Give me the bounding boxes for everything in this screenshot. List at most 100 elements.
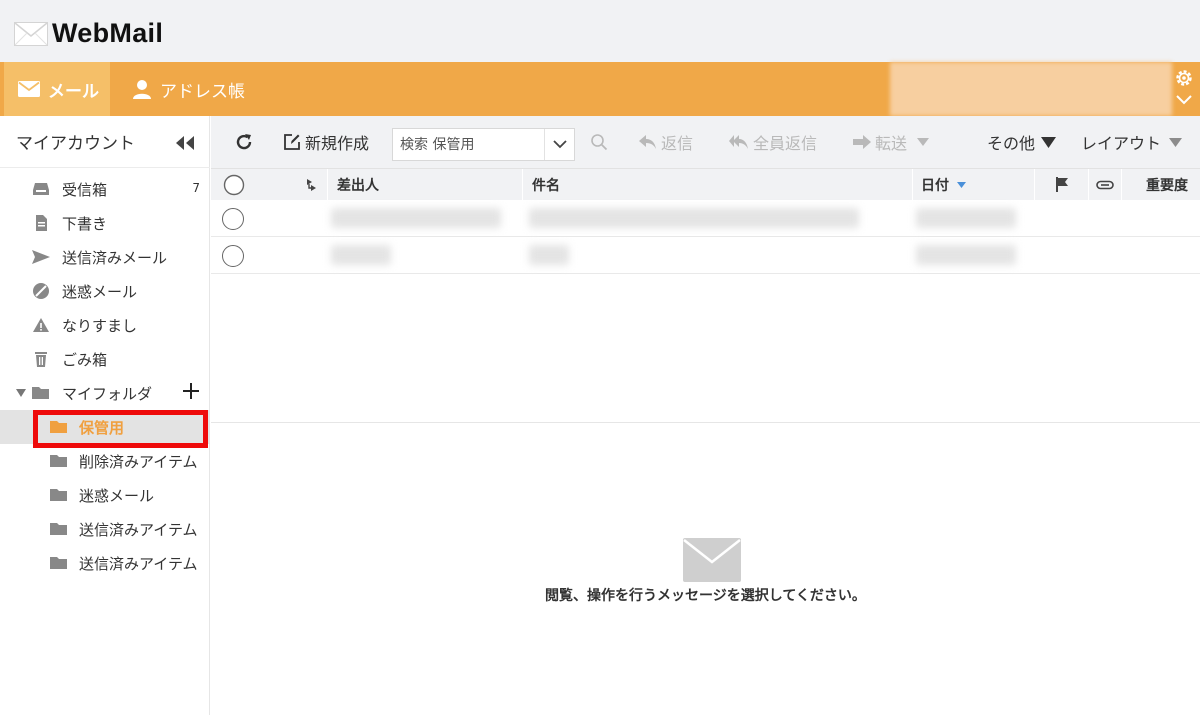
row-select-radio[interactable] [222, 245, 244, 267]
column-subject[interactable]: 件名 [532, 169, 560, 200]
refresh-icon [236, 134, 252, 150]
reply-label: 返信 [661, 134, 694, 153]
highlight-annotation [33, 410, 208, 448]
sidebar-item-label: 受信箱 [62, 181, 108, 199]
column-date-label: 日付 [921, 177, 949, 194]
column-from[interactable]: 差出人 [337, 169, 379, 200]
sidebar-item-my-folders[interactable]: マイフォルダ [0, 376, 210, 410]
table-row[interactable] [211, 200, 1200, 237]
search-options-dropdown[interactable] [544, 129, 574, 160]
reply-button[interactable]: 返信 [639, 116, 693, 168]
column-importance[interactable]: 重要度 [1146, 169, 1188, 200]
column-date[interactable]: 日付 [921, 169, 966, 200]
toolbar: 新規作成 返信 全員返信 転送 [211, 116, 1200, 168]
forward-icon [853, 135, 871, 149]
folder-icon [50, 455, 67, 467]
blurred-date [916, 245, 1016, 265]
search-icon [591, 134, 608, 151]
tab-mail-label: メール [48, 81, 99, 102]
top-nav-bar: メール アドレス帳 [0, 62, 1200, 116]
thread-column[interactable] [305, 169, 319, 200]
envelope-icon [18, 81, 40, 97]
blurred-sender [331, 245, 391, 265]
trash-icon [35, 352, 47, 367]
sidebar-item-label: 送信済みメール [62, 249, 168, 267]
add-folder-icon[interactable] [182, 382, 200, 400]
compose-icon [284, 134, 300, 150]
folder-open-icon [32, 387, 49, 399]
blurred-sender [331, 208, 501, 228]
sidebar-item-label: ごみ箱 [62, 351, 108, 369]
refresh-button[interactable] [235, 116, 253, 168]
more-menu-button[interactable]: その他 [987, 116, 1057, 168]
radio-icon [223, 174, 245, 195]
sidebar-item-spoofing[interactable]: なりすまし [0, 308, 210, 342]
reply-all-button[interactable]: 全員返信 [729, 116, 817, 168]
unread-count: 7 [192, 181, 200, 195]
folder-icon [50, 557, 67, 569]
sidebar-subfolder-label: 削除済みアイテム [79, 453, 198, 471]
tab-address-book-label: アドレス帳 [160, 81, 245, 102]
tab-address-book[interactable]: アドレス帳 [120, 62, 245, 116]
folder-icon [50, 489, 67, 501]
reply-icon [639, 135, 656, 149]
sidebar-subfolder-label: 送信済みアイテム [79, 521, 198, 539]
thread-icon [307, 178, 316, 191]
search-button[interactable] [590, 116, 608, 168]
sidebar-item-label: 下書き [62, 215, 108, 233]
chevron-down-icon [552, 140, 567, 149]
draft-icon [36, 215, 47, 231]
table-row[interactable] [211, 237, 1200, 274]
block-icon [33, 283, 49, 299]
logo-text: WebMail [52, 18, 164, 48]
sidebar-item-label: 迷惑メール [62, 283, 138, 301]
blurred-subject [529, 208, 859, 228]
sidebar-item-spam[interactable]: 迷惑メール [0, 274, 210, 308]
sidebar-title: マイアカウント [16, 134, 135, 154]
row-select-radio[interactable] [222, 208, 244, 230]
gear-icon[interactable] [1174, 68, 1194, 88]
sidebar-subfolder-label: 迷惑メール [79, 487, 155, 505]
flag-icon [1056, 177, 1068, 192]
blurred-subject [529, 245, 569, 265]
layout-menu-button[interactable]: レイアウト [1081, 116, 1183, 168]
sidebar-item-trash[interactable]: ごみ箱 [0, 342, 210, 376]
caret-down-icon [917, 138, 930, 146]
forward-button[interactable]: 転送 [853, 116, 930, 168]
person-icon [133, 80, 151, 99]
sidebar-item-inbox[interactable]: 受信箱 7 [0, 172, 210, 206]
sidebar-item-label: マイフォルダ [62, 385, 153, 403]
more-label: その他 [987, 134, 1036, 153]
caret-down-icon[interactable] [16, 389, 26, 397]
search-input[interactable] [393, 129, 543, 160]
reply-all-label: 全員返信 [753, 134, 818, 153]
app-logo: WebMail [14, 18, 163, 49]
compose-button[interactable]: 新規作成 [283, 116, 369, 168]
select-all-toggle[interactable] [223, 169, 245, 200]
send-icon [32, 250, 50, 264]
sidebar-subfolder-junk[interactable]: 迷惑メール [0, 478, 210, 512]
chevron-down-icon[interactable] [1176, 95, 1192, 105]
column-attachment[interactable] [1096, 169, 1114, 200]
sidebar-subfolder-sent-items[interactable]: 送信済みアイテム [0, 512, 210, 546]
sidebar-subfolder-deleted-items[interactable]: 削除済みアイテム [0, 444, 210, 478]
folder-icon [50, 523, 67, 535]
layout-label: レイアウト [1081, 134, 1162, 153]
sidebar-item-sent[interactable]: 送信済みメール [0, 240, 210, 274]
caret-down-icon [1169, 137, 1183, 147]
message-list-header: 差出人 件名 日付 重要度 [211, 168, 1200, 200]
envelope-logo-icon [14, 21, 48, 46]
column-flag[interactable] [1055, 169, 1069, 200]
sidebar-item-label: なりすまし [62, 317, 138, 335]
user-account-area[interactable] [890, 62, 1172, 116]
sidebar-item-drafts[interactable]: 下書き [0, 206, 210, 240]
account-menu[interactable] [1172, 66, 1196, 112]
sidebar-subfolder-sent-items-2[interactable]: 送信済みアイテム [0, 546, 210, 580]
tab-mail[interactable]: メール [4, 62, 110, 116]
warning-icon [33, 318, 49, 332]
blurred-date [916, 208, 1016, 228]
collapse-sidebar-icon[interactable] [174, 136, 196, 150]
reply-all-icon [729, 135, 748, 149]
preview-empty-message: 閲覧、操作を行うメッセージを選択してください。 [545, 588, 866, 604]
envelope-placeholder-icon [683, 538, 741, 582]
